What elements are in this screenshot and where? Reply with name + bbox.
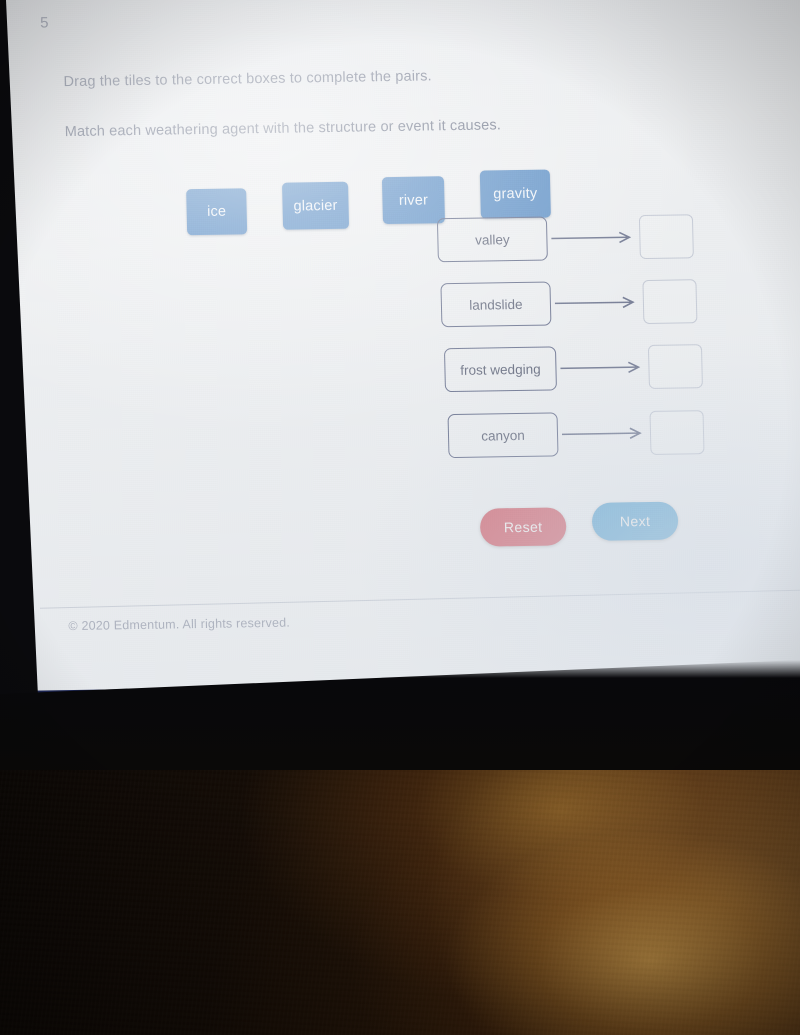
arrow-right-icon xyxy=(553,295,641,310)
match-row: canyon xyxy=(447,407,723,461)
instruction-secondary: Match each weathering agent with the str… xyxy=(64,117,502,141)
tile-label: ice xyxy=(206,203,227,220)
next-button[interactable]: Next xyxy=(591,501,679,541)
draggable-tile-glacier[interactable]: glacier xyxy=(282,181,350,230)
match-term-box: landslide xyxy=(440,281,552,328)
tile-label: river xyxy=(398,191,429,209)
match-term-box: frost wedging xyxy=(443,346,557,393)
arrow-right-icon xyxy=(549,230,637,245)
footer-divider xyxy=(39,588,800,609)
match-term-box: canyon xyxy=(447,412,559,459)
draggable-tile-river[interactable]: river xyxy=(381,176,446,225)
reset-button[interactable]: Reset xyxy=(479,507,567,547)
action-button-group: Reset Next xyxy=(479,501,679,547)
instruction-primary: Drag the tiles to the correct boxes to c… xyxy=(63,68,432,91)
match-term-label: frost wedging xyxy=(460,361,541,378)
arrow-right-icon xyxy=(558,360,646,375)
drop-target[interactable] xyxy=(647,344,703,389)
drop-target[interactable] xyxy=(638,214,694,260)
quiz-page: 5 Drag the tiles to the correct boxes to… xyxy=(0,0,800,695)
photo-scene: 5 Drag the tiles to the correct boxes to… xyxy=(0,0,800,1035)
match-row: landslide xyxy=(440,276,716,330)
drop-target[interactable] xyxy=(642,279,698,325)
match-term-box: valley xyxy=(436,216,548,263)
tile-label: gravity xyxy=(493,185,538,203)
drop-target[interactable] xyxy=(649,410,705,455)
screen-panel: 5 Drag the tiles to the correct boxes to… xyxy=(0,0,800,695)
match-term-label: canyon xyxy=(481,427,525,444)
copyright-text: © 2020 Edmentum. All rights reserved. xyxy=(68,615,291,634)
question-number: 5 xyxy=(39,14,50,32)
tile-label: glacier xyxy=(293,197,338,215)
match-row: frost wedging xyxy=(443,341,720,395)
draggable-tile-ice[interactable]: ice xyxy=(186,188,248,236)
match-term-label: valley xyxy=(474,231,510,248)
arrow-right-icon xyxy=(560,426,648,441)
match-row: valley xyxy=(436,211,713,265)
match-term-label: landslide xyxy=(469,296,523,313)
draggable-tile-gravity[interactable]: gravity xyxy=(479,169,551,219)
monitor-screen: 5 Drag the tiles to the correct boxes to… xyxy=(0,0,800,695)
